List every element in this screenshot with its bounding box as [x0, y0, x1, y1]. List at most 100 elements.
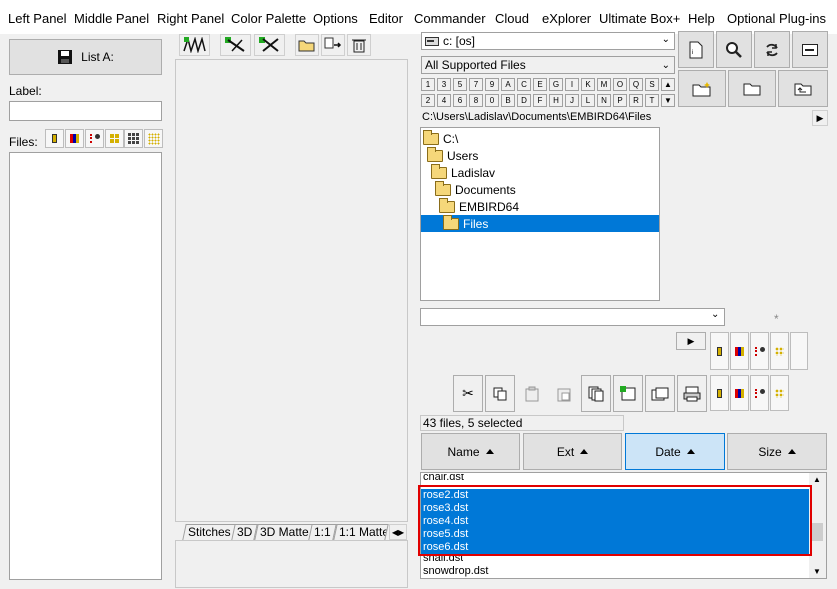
scroll-down-icon[interactable]: ▼	[661, 94, 675, 107]
folder-button[interactable]	[728, 70, 776, 107]
quick-filter-key[interactable]: S	[645, 78, 659, 91]
menu-help[interactable]: Help	[688, 11, 715, 26]
quick-filter-key[interactable]: J	[565, 94, 579, 107]
file-info-button[interactable]: i	[678, 31, 714, 68]
details-view-icon[interactable]	[750, 375, 769, 411]
menu-right-panel[interactable]: Right Panel	[157, 11, 224, 26]
menu-explorer[interactable]: eXplorer	[542, 11, 591, 26]
play-button[interactable]: ▶	[676, 332, 706, 350]
multi-copy-button[interactable]	[581, 375, 611, 412]
quick-filter-key[interactable]: 6	[453, 94, 467, 107]
single-color-view-icon[interactable]	[710, 375, 729, 411]
quick-filter-key[interactable]: 8	[469, 94, 483, 107]
extra-view-button[interactable]	[790, 332, 808, 370]
quick-filter-key[interactable]: D	[517, 94, 531, 107]
small-thumbs-icon[interactable]	[770, 375, 789, 411]
menu-middle-panel[interactable]: Middle Panel	[74, 11, 149, 26]
quick-filter-key[interactable]: G	[549, 78, 563, 91]
tab-scroll-arrows[interactable]: ◀▶	[389, 524, 407, 540]
quick-filter-key[interactable]: R	[629, 94, 643, 107]
scroll-up-icon[interactable]: ▲	[813, 475, 821, 484]
details-view-icon[interactable]	[750, 332, 769, 370]
sort-by-name-button[interactable]: Name	[421, 433, 520, 470]
quick-filter-key[interactable]: T	[645, 94, 659, 107]
batch-button[interactable]	[645, 375, 675, 412]
sort-by-date-button[interactable]: Date	[625, 433, 725, 470]
label-input[interactable]	[9, 101, 162, 121]
path-next-icon[interactable]: ▶	[812, 110, 828, 126]
quick-filter-key[interactable]: L	[581, 94, 595, 107]
tab-3d-matte[interactable]: 3D Matte	[254, 524, 315, 540]
quick-filter-key[interactable]: Q	[629, 78, 643, 91]
pattern-select[interactable]	[420, 308, 725, 326]
scrollbar-thumb[interactable]	[812, 523, 823, 541]
tree-item-files[interactable]: Files	[421, 214, 659, 232]
refresh-button[interactable]	[754, 31, 790, 68]
small-thumbs-icon[interactable]	[770, 332, 789, 370]
list-a-button[interactable]: List A:	[9, 39, 162, 75]
medium-thumbs-icon[interactable]	[124, 129, 143, 148]
drive-properties-button[interactable]	[792, 31, 828, 68]
tree-item-c[interactable]: C:\	[423, 129, 458, 147]
filter-select[interactable]: All Supported Files ⌄	[421, 56, 675, 74]
tree-item-documents[interactable]: Documents	[435, 180, 516, 198]
small-thumbs-icon[interactable]	[105, 129, 124, 148]
sort-by-ext-button[interactable]: Ext	[523, 433, 622, 470]
sort-by-size-button[interactable]: Size	[727, 433, 827, 470]
quick-filter-key[interactable]: 7	[469, 78, 483, 91]
list-a-files[interactable]	[9, 152, 162, 580]
tab-1-1-matte[interactable]: 1:1 Matte	[333, 524, 389, 540]
list-item[interactable]: snowdrop.dst	[423, 565, 488, 578]
folder-tree[interactable]: C:\ Users Ladislav Documents EMBIRD64 Fi…	[420, 127, 660, 301]
cut-button[interactable]: ✂	[453, 375, 483, 412]
color-list-view-icon[interactable]	[730, 375, 749, 411]
menu-optional-plugins[interactable]: Optional Plug-ins	[727, 11, 826, 26]
preview-area[interactable]	[175, 59, 408, 522]
parent-folder-button[interactable]	[778, 70, 828, 107]
quick-filter-key[interactable]: K	[581, 78, 595, 91]
quick-filter-key[interactable]: P	[613, 94, 627, 107]
color-list-view-icon[interactable]	[65, 129, 84, 148]
quick-filter-key[interactable]: 3	[437, 78, 451, 91]
quick-filter-key[interactable]: B	[501, 94, 515, 107]
menu-editor[interactable]: Editor	[369, 11, 403, 26]
color-list-view-icon[interactable]	[730, 332, 749, 370]
menu-options[interactable]: Options	[313, 11, 358, 26]
menu-ultimate-box[interactable]: Ultimate Box+	[599, 11, 680, 26]
list-item[interactable]: snail.dst	[423, 555, 463, 563]
large-thumbs-icon[interactable]	[144, 129, 163, 148]
quick-filter-key[interactable]: 1	[421, 78, 435, 91]
menu-commander[interactable]: Commander	[414, 11, 486, 26]
quick-filter-key[interactable]: 0	[485, 94, 499, 107]
copy-button[interactable]	[485, 375, 515, 412]
quick-filter-key[interactable]: M	[597, 78, 611, 91]
quick-filter-key[interactable]: 4	[437, 94, 451, 107]
quick-filter-key[interactable]: 5	[453, 78, 467, 91]
menu-cloud[interactable]: Cloud	[495, 11, 529, 26]
quick-filter-key[interactable]: F	[533, 94, 547, 107]
tree-item-ladislav[interactable]: Ladislav	[431, 163, 495, 181]
new-folder-button[interactable]	[678, 70, 726, 107]
quick-filter-key[interactable]: I	[565, 78, 579, 91]
stitch-view-button[interactable]	[179, 34, 210, 56]
zoom-button[interactable]	[716, 31, 752, 68]
quick-filter-key[interactable]: O	[613, 78, 627, 91]
quick-filter-key[interactable]: 2	[421, 94, 435, 107]
paste-button[interactable]	[517, 375, 547, 412]
quick-filter-key[interactable]: H	[549, 94, 563, 107]
single-color-view-icon[interactable]	[45, 129, 64, 148]
tab-stitches[interactable]: Stitches	[182, 524, 237, 540]
quick-filter-key[interactable]: N	[597, 94, 611, 107]
list-item[interactable]: chair.dst	[423, 474, 464, 481]
tree-item-users[interactable]: Users	[427, 146, 478, 164]
tab-1-1[interactable]: 1:1	[308, 524, 337, 540]
quick-filter-key[interactable]: C	[517, 78, 531, 91]
drive-select[interactable]: c: [os] ⌄	[421, 32, 675, 50]
quick-filter-key[interactable]: E	[533, 78, 547, 91]
scroll-up-icon[interactable]: ▲	[661, 78, 675, 91]
single-color-view-icon[interactable]	[710, 332, 729, 370]
open-button[interactable]	[295, 34, 319, 56]
details-view-icon[interactable]	[85, 129, 104, 148]
menu-left-panel[interactable]: Left Panel	[8, 11, 67, 26]
stitch-edit-button[interactable]	[220, 34, 251, 56]
